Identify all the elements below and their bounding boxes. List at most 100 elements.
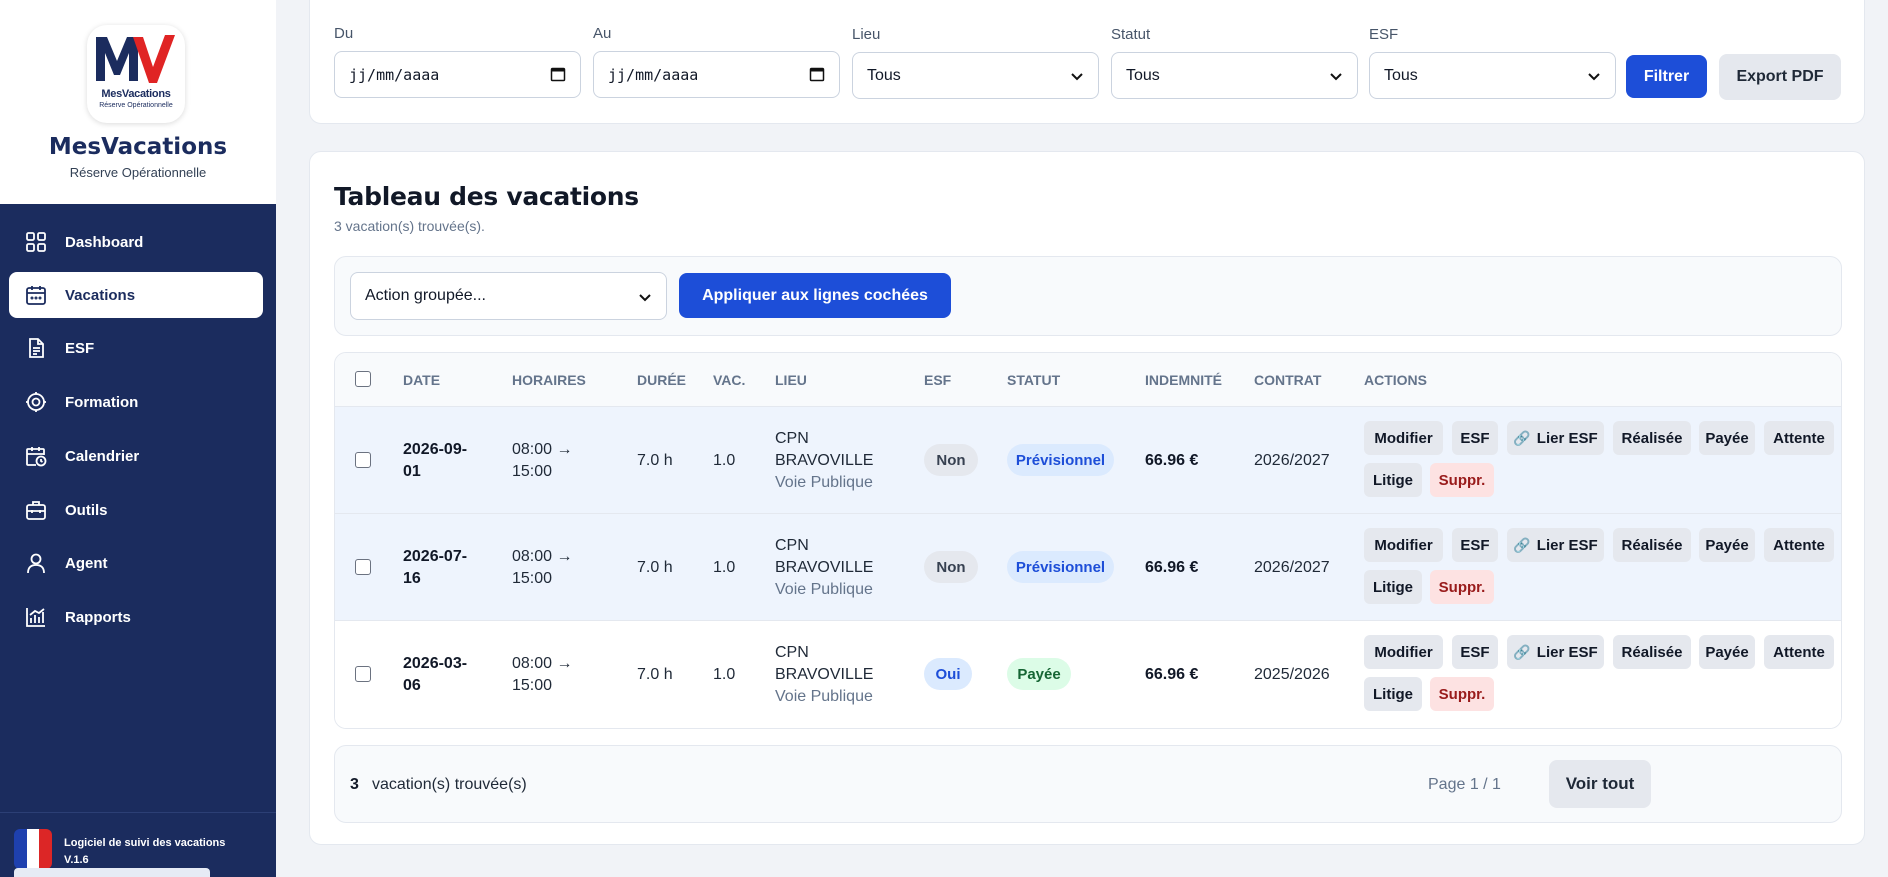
payee-button[interactable]: Payée [1699, 421, 1755, 455]
apply-bulk-button[interactable]: Appliquer aux lignes cochées [679, 273, 951, 318]
column-header[interactable]: CONTRAT [1254, 372, 1321, 388]
row-indemnite: 66.96 € [1145, 666, 1199, 683]
sidebar-item-vacations[interactable]: Vacations [9, 272, 263, 318]
brand-tagline: Réserve Opérationnelle [69, 165, 207, 180]
realisee-button[interactable]: Réalisée [1613, 635, 1691, 669]
result-count: 3 vacation(s) trouvée(s). [334, 218, 485, 234]
lier-esf-button[interactable]: 🔗 Lier ESF [1507, 421, 1604, 455]
attente-button[interactable]: Attente [1764, 635, 1834, 669]
esf-select[interactable]: Tous [1369, 52, 1616, 99]
attente-button[interactable]: Attente [1764, 421, 1834, 455]
realisee-button[interactable]: Réalisée [1613, 421, 1691, 455]
modifier-button[interactable]: Modifier [1364, 635, 1443, 669]
sidebar-item-dashboard[interactable]: Dashboard [9, 219, 263, 265]
esf-badge: Non [924, 551, 978, 583]
filter-button[interactable]: Filtrer [1626, 55, 1707, 98]
row-duration: 7.0 h [637, 666, 673, 683]
row-date: 2026-09- 01 [403, 441, 468, 480]
sidebar-item-formation[interactable]: Formation [9, 379, 263, 425]
target-icon [25, 391, 47, 413]
delete-button[interactable]: Suppr. [1430, 463, 1494, 497]
brand-header: MesVacations Réserve Opérationnelle MesV… [0, 0, 276, 204]
lieu-selected-value: Tous [867, 66, 901, 84]
lier-esf-button[interactable]: 🔗 Lier ESF [1507, 635, 1604, 669]
litige-button[interactable]: Litige [1364, 463, 1422, 497]
payee-button[interactable]: Payée [1699, 528, 1755, 562]
row-lieu: CPN BRAVOVILLE Voie Publique [775, 537, 874, 598]
select-all-checkbox[interactable] [355, 371, 371, 387]
column-header[interactable]: INDEMNITÉ [1145, 372, 1222, 388]
esf-badge: Non [924, 444, 978, 476]
column-header[interactable]: ESF [924, 372, 951, 388]
link-icon: 🔗 [1513, 643, 1531, 660]
sidebar-item-label: Outils [65, 501, 108, 519]
sidebar-footer-button[interactable] [14, 868, 210, 877]
column-header[interactable]: DURÉE [637, 372, 686, 388]
column-header[interactable]: DATE [403, 372, 440, 388]
view-all-button[interactable]: Voir tout [1549, 760, 1651, 808]
delete-button[interactable]: Suppr. [1430, 570, 1494, 604]
lieu-select[interactable]: Tous [852, 52, 1099, 99]
column-header[interactable]: VAC. [713, 372, 745, 388]
column-header: ACTIONS [1364, 372, 1427, 388]
delete-button[interactable]: Suppr. [1430, 677, 1494, 711]
vacations-table: DATE HORAIRES DURÉE VAC. LIEU ESF STATUT… [334, 352, 1842, 729]
table-footer: 3 vacation(s) trouvée(s) Page 1 / 1 Voir… [334, 745, 1842, 823]
realisee-button[interactable]: Réalisée [1613, 528, 1691, 562]
to-date-input[interactable]: jj/mm/aaaa [593, 51, 840, 98]
sidebar-item-outils[interactable]: Outils [9, 487, 263, 533]
esf-button[interactable]: ESF [1452, 635, 1498, 669]
chevron-down-icon [1070, 69, 1084, 88]
row-date: 2026-07- 16 [403, 548, 468, 587]
from-date-input[interactable]: jj/mm/aaaa [334, 51, 581, 98]
litige-button[interactable]: Litige [1364, 570, 1422, 604]
bulk-action-select[interactable]: Action groupée... [350, 272, 667, 320]
esf-button[interactable]: ESF [1452, 421, 1498, 455]
app-logo[interactable]: MesVacations Réserve Opérationnelle [87, 25, 185, 123]
sidebar-item-esf[interactable]: ESF [9, 325, 263, 371]
sidebar-item-agent[interactable]: Agent [9, 540, 263, 586]
status-badge: Prévisionnel [1007, 444, 1114, 476]
row-indemnite: 66.96 € [1145, 452, 1199, 469]
logo-subtext: Réserve Opérationnelle [99, 102, 173, 109]
modifier-button[interactable]: Modifier [1364, 528, 1443, 562]
table-row[interactable]: 2026-07- 16 08:00 → 15:00 7.0 h 1.0 CPN BRA… [335, 514, 1841, 621]
payee-button[interactable]: Payée [1699, 635, 1755, 669]
column-header[interactable]: STATUT [1007, 372, 1060, 388]
calendar-picker-icon[interactable] [550, 66, 566, 86]
litige-button[interactable]: Litige [1364, 677, 1422, 711]
sidebar-item-label: Rapports [65, 608, 131, 626]
document-icon [25, 337, 47, 359]
row-hours: 08:00 → 15:00 [512, 548, 573, 587]
footer-count: 3 [350, 776, 359, 793]
calendar-clock-icon [25, 445, 47, 467]
chevron-down-icon [1329, 69, 1343, 88]
column-header[interactable]: LIEU [775, 372, 807, 388]
row-contrat: 2026/2027 [1254, 559, 1330, 576]
table-row[interactable]: 2026-09- 01 08:00 → 15:00 7.0 h 1.0 CPN BRA… [335, 407, 1841, 514]
row-checkbox[interactable] [355, 666, 371, 682]
sidebar-item-rapports[interactable]: Rapports [9, 594, 263, 640]
from-date-placeholder: jj/mm/aaaa [349, 65, 440, 84]
dashboard-grid-icon [25, 231, 47, 253]
lier-esf-button[interactable]: 🔗 Lier ESF [1507, 528, 1604, 562]
esf-button[interactable]: ESF [1452, 528, 1498, 562]
modifier-button[interactable]: Modifier [1364, 421, 1443, 455]
row-checkbox[interactable] [355, 452, 371, 468]
sidebar-item-label: Vacations [65, 286, 136, 304]
row-indemnite: 66.96 € [1145, 559, 1199, 576]
row-vac: 1.0 [713, 452, 736, 469]
statut-select[interactable]: Tous [1111, 52, 1358, 99]
row-checkbox[interactable] [355, 559, 371, 575]
brand-name: MesVacations [48, 134, 228, 160]
export-pdf-button[interactable]: Export PDF [1719, 54, 1841, 100]
footer-line: Logiciel de suivi des vacations [64, 837, 226, 849]
column-header[interactable]: HORAIRES [512, 372, 586, 388]
attente-button[interactable]: Attente [1764, 528, 1834, 562]
sidebar-item-calendrier[interactable]: Calendrier [9, 433, 263, 479]
esf-badge: Oui [924, 658, 972, 690]
calendar-picker-icon[interactable] [809, 66, 825, 86]
table-row[interactable]: 2026-03- 06 08:00 → 15:00 7.0 h 1.0 CPN BRA… [335, 621, 1841, 728]
row-hours: 08:00 → 15:00 [512, 441, 573, 480]
to-date-placeholder: jj/mm/aaaa [608, 65, 699, 84]
